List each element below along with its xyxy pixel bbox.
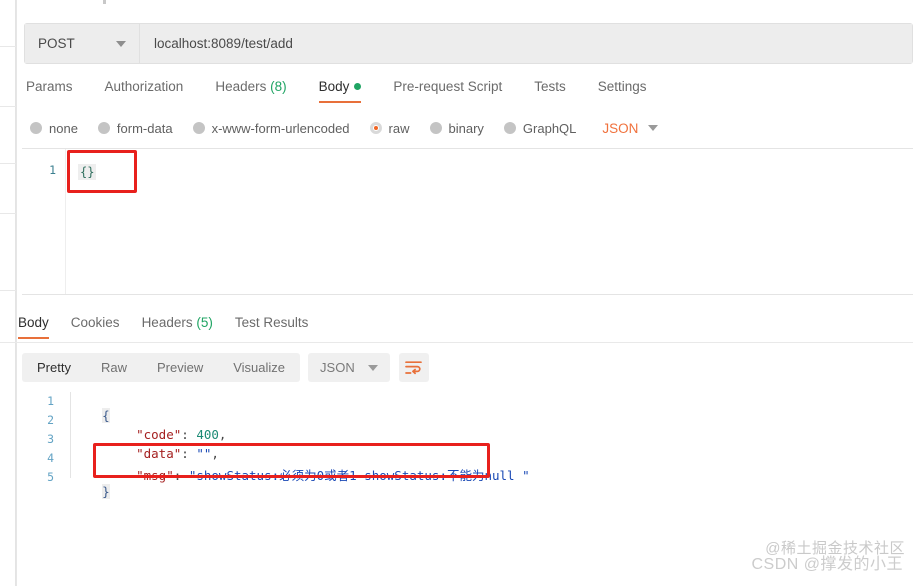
view-mode-raw[interactable]: Raw <box>86 353 142 382</box>
body-type-x-www-form-urlencoded[interactable]: x-www-form-urlencoded <box>192 120 350 136</box>
body-type-graphql[interactable]: GraphQL <box>503 120 577 136</box>
rail-divider <box>0 106 16 107</box>
rail-divider <box>0 290 16 291</box>
tab-label: Settings <box>597 79 647 94</box>
body-type-label: none <box>49 120 78 136</box>
line-number: 1 <box>49 163 56 177</box>
response-tab-body[interactable]: Body <box>18 315 49 339</box>
response-body-viewer[interactable]: 1 2 3 4 5 { "code": 400, "data": "", "ms… <box>22 390 902 499</box>
body-modified-dot-icon <box>354 83 362 90</box>
request-editor-gutter: 1 <box>22 149 66 294</box>
response-tab-test-results[interactable]: Test Results <box>235 315 309 339</box>
http-method-select[interactable]: POST <box>25 24 140 63</box>
rail-divider <box>0 213 16 214</box>
body-type-form-data[interactable]: form-data <box>97 120 173 136</box>
left-sidebar-rail <box>0 0 16 586</box>
body-format-label: JSON <box>602 120 639 136</box>
request-url-text: localhost:8089/test/add <box>154 36 293 51</box>
json-value-msg: "showStatus:必须为0或者1 showStatus:不能为null " <box>188 468 530 483</box>
body-type-label: GraphQL <box>522 120 577 136</box>
json-close-brace: } <box>102 484 110 499</box>
response-gutter: 1 2 3 4 5 <box>22 390 62 495</box>
response-view-toolbar: Pretty Raw Preview Visualize JSON <box>22 353 429 382</box>
json-colon: : <box>173 468 189 483</box>
tab-label: Headers <box>141 315 193 330</box>
view-mode-pretty[interactable]: Pretty <box>22 353 86 382</box>
chevron-down-icon <box>648 125 659 131</box>
json-key-msg: "msg" <box>136 468 174 483</box>
http-method-label: POST <box>38 36 75 51</box>
view-mode-label: Raw <box>100 360 127 375</box>
tab-label: Body <box>18 315 49 330</box>
radio-icon <box>30 122 42 134</box>
rail-divider <box>0 46 16 47</box>
response-format-select[interactable]: JSON <box>308 353 390 382</box>
body-type-none[interactable]: none <box>30 121 78 136</box>
response-tab-cookies[interactable]: Cookies <box>71 315 120 339</box>
tab-params[interactable]: Params <box>26 79 73 103</box>
body-type-label: x-www-form-urlencoded <box>211 120 350 136</box>
tab-body[interactable]: Body <box>318 79 362 103</box>
radio-selected-icon <box>369 122 382 134</box>
tab-label: Headers <box>215 79 267 94</box>
tab-pre-request-script[interactable]: Pre-request Script <box>393 79 502 103</box>
json-line-msg: "msg": "showStatus:必须为0或者1 showStatus:不能… <box>106 450 530 499</box>
response-tabs: Body Cookies Headers (5) Test Results <box>18 315 330 342</box>
body-type-binary[interactable]: binary <box>429 120 484 136</box>
watermark-csdn: CSDN @撑发的小王 <box>751 556 903 573</box>
wrap-text-icon[interactable] <box>398 353 429 382</box>
code-fold-rail <box>70 392 71 478</box>
tab-settings[interactable]: Settings <box>598 79 647 103</box>
tab-authorization[interactable]: Authorization <box>105 79 184 103</box>
body-type-label: form-data <box>116 120 173 136</box>
top-cursor-speck <box>103 0 106 4</box>
headers-count-badge: (8) <box>270 79 287 94</box>
body-type-label: binary <box>448 120 484 136</box>
body-type-raw[interactable]: raw <box>369 120 410 136</box>
line-number: 5 <box>47 470 54 484</box>
request-body-editor[interactable]: 1 {} <box>22 148 913 295</box>
view-mode-label: Pretty <box>37 360 71 375</box>
line-number: 4 <box>47 451 54 465</box>
view-mode-label: Preview <box>156 360 204 375</box>
rail-divider <box>0 163 16 164</box>
tab-label: Cookies <box>70 315 120 330</box>
json-line-close: } <box>72 469 110 514</box>
radio-icon <box>97 122 110 134</box>
tab-headers[interactable]: Headers (8) <box>215 79 286 103</box>
body-type-radio-group: none form-data x-www-form-urlencoded raw… <box>30 118 659 138</box>
request-body-content: {} <box>78 164 97 180</box>
view-mode-preview[interactable]: Preview <box>142 353 218 382</box>
sidebar-edge-divider <box>16 0 17 586</box>
json-line-open: { <box>72 393 110 438</box>
request-url-input[interactable]: localhost:8089/test/add <box>140 24 912 63</box>
response-view-mode-group: Pretty Raw Preview Visualize <box>22 353 301 382</box>
tab-label: Pre-request Script <box>393 79 503 94</box>
view-mode-visualize[interactable]: Visualize <box>218 353 300 382</box>
tab-label: Body <box>318 79 350 94</box>
tab-label: Authorization <box>104 79 184 94</box>
request-tabs: Params Authorization Headers (8) Body Pr… <box>26 79 679 106</box>
tab-label: Tests <box>534 79 566 94</box>
chevron-down-icon <box>116 40 126 47</box>
line-number: 2 <box>47 413 54 427</box>
tab-label: Test Results <box>234 315 309 330</box>
response-tabs-divider <box>0 342 913 343</box>
view-mode-label: Visualize <box>233 360 286 375</box>
radio-icon <box>503 122 516 134</box>
radio-icon <box>429 122 442 134</box>
radio-icon <box>192 122 205 134</box>
body-type-label: raw <box>388 120 410 136</box>
line-number: 3 <box>47 432 54 446</box>
line-number: 1 <box>47 394 54 408</box>
response-headers-count-badge: (5) <box>196 315 213 330</box>
body-format-select[interactable]: JSON <box>602 120 659 136</box>
json-comma: , <box>218 427 227 442</box>
response-tab-headers[interactable]: Headers (5) <box>142 315 213 339</box>
tab-tests[interactable]: Tests <box>534 79 566 103</box>
chevron-down-icon <box>367 364 378 371</box>
response-format-label: JSON <box>320 360 355 375</box>
request-url-bar: POST localhost:8089/test/add <box>24 23 913 64</box>
tab-label: Params <box>26 79 73 94</box>
